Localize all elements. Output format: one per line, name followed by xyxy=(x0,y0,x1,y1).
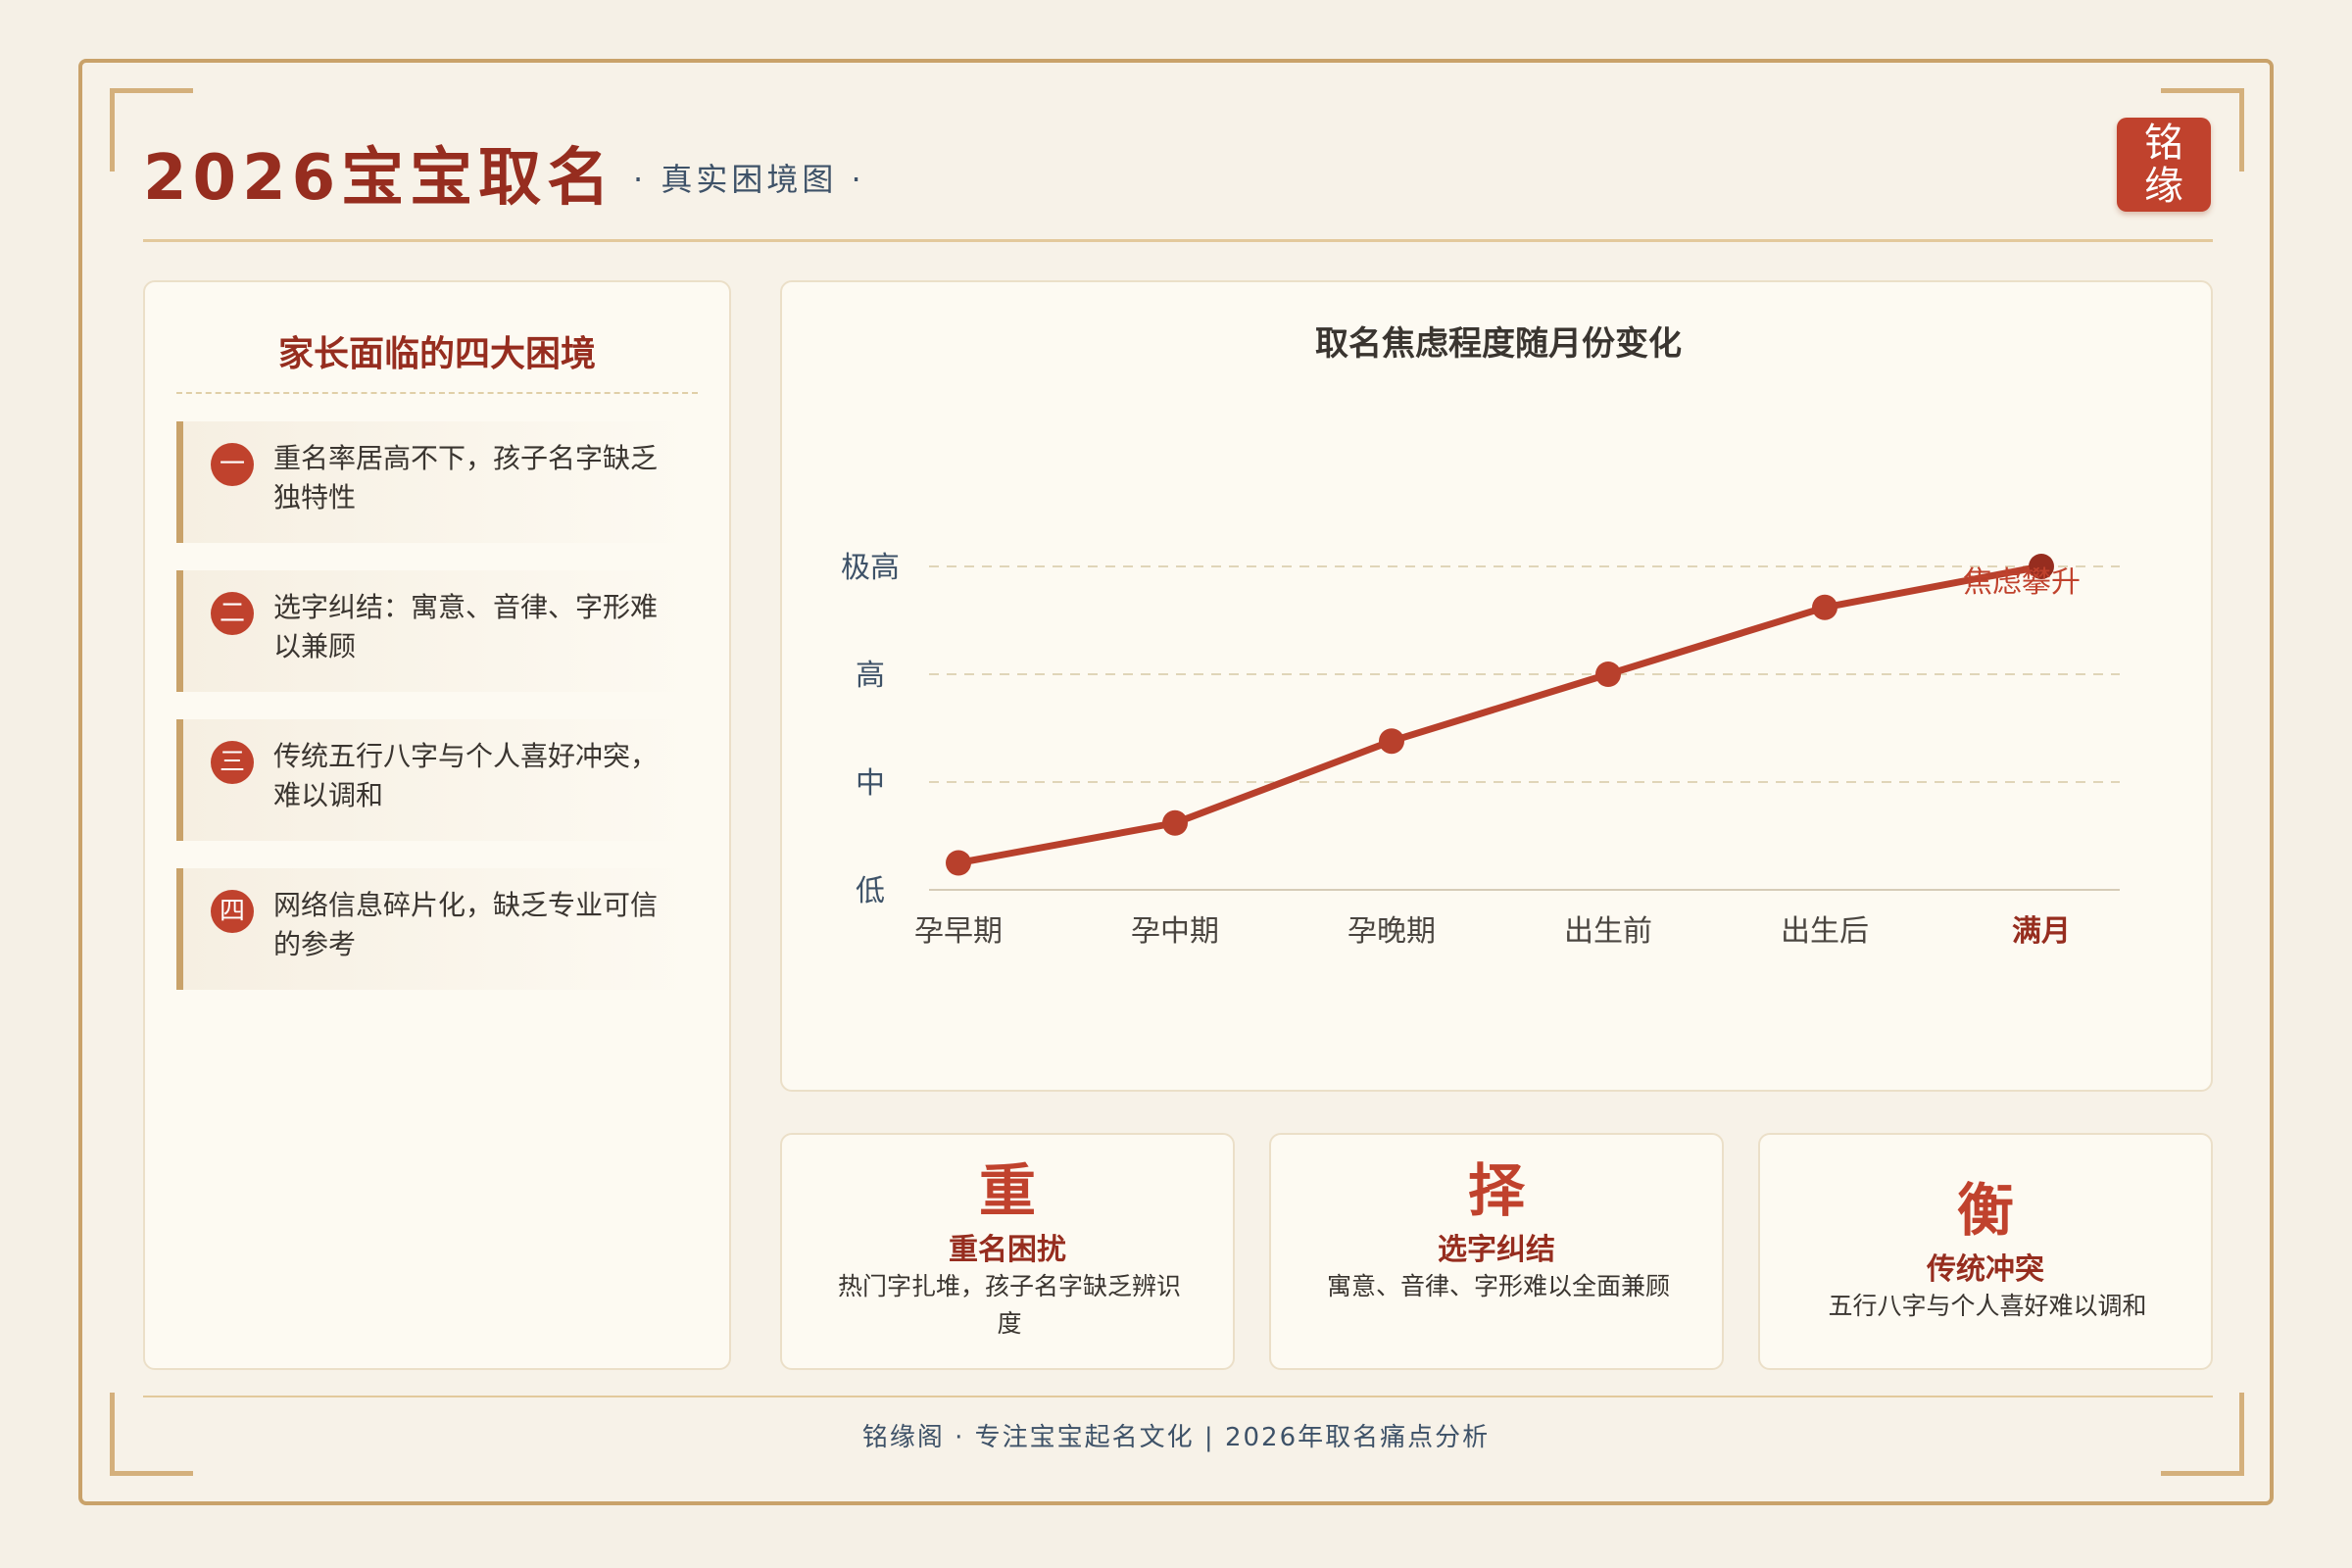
card-character: 择 xyxy=(1467,1157,1525,1224)
dilemma-number-badge: 四 xyxy=(211,890,254,933)
x-tick-label: 出生前 xyxy=(1564,914,1652,949)
card-title: 重名困扰 xyxy=(949,1233,1066,1267)
data-point xyxy=(1162,809,1188,836)
x-tick-label: 孕早期 xyxy=(914,914,1003,949)
card-description: 寓意、音律、字形难以全面兼顾 xyxy=(1326,1272,1670,1300)
card-character: 重 xyxy=(978,1157,1036,1224)
x-tick-label: 孕晚期 xyxy=(1348,914,1436,949)
card-title: 传统冲突 xyxy=(1927,1252,2044,1287)
data-point xyxy=(1595,662,1621,687)
brand-seal-logo: 铭 缘 xyxy=(2117,118,2211,212)
data-point xyxy=(1379,728,1404,755)
anxiety-chart-panel: 取名焦虑程度随月份变化 低 中 高 极高孕早期 孕中期 孕晚期 出生前 出生后 满月 焦虑攀升 xyxy=(780,280,2213,1092)
outer-frame: 2026宝宝取名 · 真实困境图 · 家长面临的四大困境 一 重名率居高不下，孩… xyxy=(78,59,2274,1505)
data-point xyxy=(1812,594,1838,620)
summary-card: 择 选字纠结 寓意、音律、字形难以全面兼顾 xyxy=(1269,1133,1724,1370)
x-tick-label: 孕中期 xyxy=(1131,914,1219,949)
dilemma-text: 选字纠结：寓意、音律、字形难以兼顾 xyxy=(273,591,659,662)
footer-divider xyxy=(143,1396,2213,1397)
card-description: 热门字扎堆，孩子名字缺乏辨识度 xyxy=(837,1272,1181,1338)
summary-card: 重 重名困扰 热门字扎堆，孩子名字缺乏辨识度 xyxy=(780,1133,1235,1370)
chart-annotation: 焦虑攀升 xyxy=(1963,565,2081,600)
header: 2026宝宝取名 · 真实困境图 · xyxy=(143,127,2213,221)
y-tick-label: 高 xyxy=(856,659,885,693)
dilemmas-panel: 家长面临的四大困境 一 重名率居高不下，孩子名字缺乏独特性 二 选字纠结：寓意、… xyxy=(143,280,731,1370)
dilemma-number-badge: 二 xyxy=(211,592,254,635)
card-description: 五行八字与个人喜好难以调和 xyxy=(1828,1292,2147,1320)
dilemma-text: 重名率居高不下，孩子名字缺乏独特性 xyxy=(273,442,659,514)
footer-text: 铭缘阁 · 专注宝宝起名文化 | 2026年取名痛点分析 xyxy=(861,1423,1491,1452)
dilemma-item: 一 重名率居高不下，孩子名字缺乏独特性 xyxy=(176,421,696,543)
dilemma-item: 二 选字纠结：寓意、音律、字形难以兼顾 xyxy=(176,570,696,692)
y-tick-label: 中 xyxy=(856,766,885,801)
card-title: 选字纠结 xyxy=(1438,1233,1555,1267)
x-tick-label: 满月 xyxy=(2012,914,2071,949)
dilemma-text: 网络信息碎片化，缺乏专业可信的参考 xyxy=(273,889,659,960)
dilemmas-title: 家长面临的四大困境 xyxy=(277,333,596,374)
anxiety-line-chart: 取名焦虑程度随月份变化 低 中 高 极高孕早期 孕中期 孕晚期 出生前 出生后 满月 焦虑攀升 xyxy=(841,324,2120,949)
y-tick-label: 低 xyxy=(856,874,885,908)
card-character: 衡 xyxy=(1956,1177,2014,1244)
dilemma-item: 三 传统五行八字与个人喜好冲突，难以调和 xyxy=(176,719,696,841)
seal-char-top: 铭 xyxy=(2144,121,2183,166)
page-title: 2026宝宝取名 xyxy=(143,142,616,215)
x-tick-label: 出生后 xyxy=(1781,914,1869,949)
dilemma-text: 传统五行八字与个人喜好冲突，难以调和 xyxy=(273,740,659,811)
header-divider xyxy=(143,239,2213,242)
data-point xyxy=(946,850,971,876)
dilemmas-divider xyxy=(176,392,698,394)
seal-char-bottom: 缘 xyxy=(2144,164,2183,209)
dilemma-number-badge: 三 xyxy=(211,741,254,784)
y-tick-label: 极高 xyxy=(841,551,900,585)
dilemma-item: 四 网络信息碎片化，缺乏专业可信的参考 xyxy=(176,868,696,990)
chart-title: 取名焦虑程度随月份变化 xyxy=(1315,324,1682,364)
dilemma-number-badge: 一 xyxy=(211,443,254,486)
anxiety-series-line xyxy=(955,563,2045,866)
summary-card: 衡 传统冲突 五行八字与个人喜好难以调和 xyxy=(1758,1133,2213,1370)
page-subtitle: · 真实困境图 · xyxy=(633,161,865,198)
